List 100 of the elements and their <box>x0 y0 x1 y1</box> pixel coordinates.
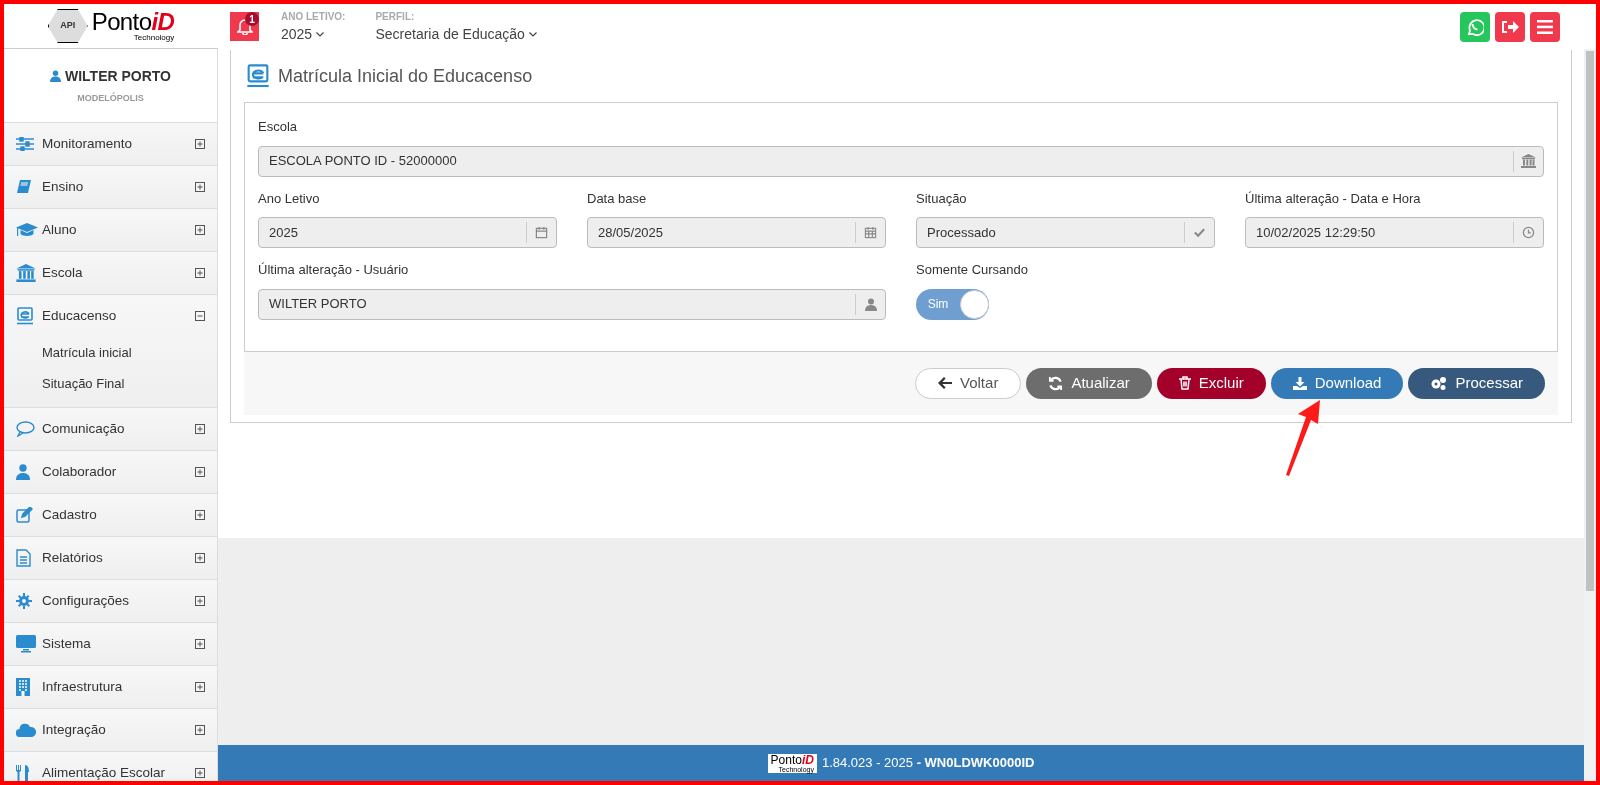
calendar-icon <box>864 226 877 239</box>
footer-version: 1.84.023 - 2025 - WN0LDWK0000ID <box>821 754 1035 773</box>
year-dropdown[interactable]: 2025 <box>281 23 346 45</box>
expand-icon <box>195 182 205 192</box>
field-label: Situação <box>916 189 968 208</box>
sidebar-item[interactable]: Configurações <box>4 580 217 622</box>
sidebar-item[interactable]: Infraestrutura <box>4 666 217 708</box>
field-label: Data base <box>587 189 648 208</box>
sidebar-item[interactable]: Ensino <box>4 166 217 208</box>
user-icon <box>16 464 30 480</box>
utensils-icon <box>16 765 30 781</box>
expand-icon <box>195 139 205 149</box>
user-icon <box>864 297 877 311</box>
logo-tagline: Technology <box>133 34 175 42</box>
sidebar-item-label: Infraestrutura <box>42 677 123 696</box>
action-button[interactable]: Voltar <box>915 367 1022 399</box>
action-button[interactable]: Processar <box>1408 367 1545 399</box>
collapse-icon <box>195 311 205 321</box>
input-field[interactable]: 2025 <box>258 217 557 248</box>
input-field[interactable]: WILTER PORTO <box>258 288 886 320</box>
chevron-down-icon <box>528 31 537 37</box>
document-icon <box>16 549 31 567</box>
sidebar-item[interactable]: Relatórios <box>4 537 217 579</box>
page-title-icon <box>246 64 270 88</box>
bank-icon <box>1521 154 1536 168</box>
sidebar-item[interactable]: Monitoramento <box>4 123 217 165</box>
expand-icon <box>195 768 205 778</box>
menu-button[interactable] <box>1530 11 1560 42</box>
action-button[interactable]: Atualizar <box>1026 367 1152 399</box>
expand-icon <box>195 424 205 434</box>
notifications-button[interactable]: 1 <box>230 12 259 41</box>
sidebar-item[interactable]: Cadastro <box>4 494 217 536</box>
expand-icon <box>195 725 205 735</box>
expand-icon <box>195 268 205 278</box>
sidebar-item-label: Alimentação Escolar <box>42 763 166 781</box>
user-icon <box>49 70 61 83</box>
check-icon <box>1193 226 1206 239</box>
expand-icon <box>195 596 205 606</box>
sidebar-item-label: Ensino <box>42 177 84 196</box>
arrow-left-icon <box>938 377 952 389</box>
speech-bubble-icon <box>16 421 35 437</box>
sidebar-item[interactable]: Comunicação <box>4 408 217 450</box>
sidebar-item-label: Sistema <box>42 634 91 653</box>
chat-phone-icon <box>1466 17 1484 36</box>
chevron-down-icon <box>316 31 325 37</box>
expand-icon <box>195 553 205 563</box>
notification-count: 1 <box>245 12 259 26</box>
trash-icon <box>1178 376 1191 390</box>
logo-wordmark: PontoiD <box>91 10 175 34</box>
expand-icon <box>195 510 205 520</box>
page-title: Matrícula Inicial do Educacenso <box>278 64 533 88</box>
book-icon <box>16 179 32 195</box>
monitor-e-icon <box>16 307 34 325</box>
profile-dropdown[interactable]: Secretaria de Educação <box>375 23 537 45</box>
logo-badge: API <box>47 9 88 43</box>
menu-icon <box>1537 19 1553 34</box>
sidebar-item-label: Colaborador <box>42 462 117 481</box>
gears-icon <box>1430 375 1448 391</box>
sidebar-item-label: Comunicação <box>42 419 125 438</box>
sidebar-item-label: Monitoramento <box>42 134 133 153</box>
expand-icon <box>195 682 205 692</box>
input-field[interactable]: 10/02/2025 12:29:50 <box>1245 217 1544 248</box>
year-label: ANO LETIVO: <box>281 9 346 24</box>
sidebar-subitem[interactable]: Matrícula inicial <box>4 337 217 368</box>
action-button[interactable]: Download <box>1270 367 1404 399</box>
calendar-icon <box>535 226 548 239</box>
input-field[interactable]: ESCOLA PONTO ID - 52000000 <box>258 145 1544 177</box>
sidebar-item[interactable]: Educacenso <box>4 295 217 337</box>
logout-button[interactable] <box>1495 11 1525 42</box>
field-label: Última alteração - Data e Hora <box>1245 189 1422 208</box>
sidebar-item[interactable]: Integração <box>4 709 217 751</box>
sidebar-item[interactable]: Colaborador <box>4 451 217 493</box>
sidebar-item[interactable]: Aluno <box>4 209 217 251</box>
sidebar-item[interactable]: Sistema <box>4 623 217 665</box>
sidebar-item[interactable]: Alimentação Escolar <box>4 752 217 781</box>
profile-label: PERFIL: <box>375 9 416 24</box>
sidebar-item-label: Aluno <box>42 220 77 239</box>
action-button[interactable]: Excluir <box>1156 367 1266 399</box>
sliders-icon <box>16 137 34 151</box>
download-icon <box>1292 376 1307 390</box>
monitor-icon <box>16 635 36 653</box>
sidebar-item-label: Integração <box>42 720 106 739</box>
sidebar-item-label: Configurações <box>42 591 130 610</box>
expand-icon <box>195 639 205 649</box>
whatsapp-button[interactable] <box>1460 11 1490 42</box>
graduation-cap-icon <box>16 222 38 238</box>
expand-icon <box>195 467 205 477</box>
building-icon <box>16 678 30 696</box>
gear-icon <box>16 593 32 609</box>
user-name: WILTER PORTO <box>64 66 171 86</box>
field-label: Escola <box>258 118 299 136</box>
logout-icon <box>1501 19 1519 34</box>
sidebar-item[interactable]: Escola <box>4 252 217 294</box>
bank-icon <box>16 264 36 282</box>
sidebar-subitem[interactable]: Situação Final <box>4 368 217 399</box>
input-field[interactable]: Processado <box>916 217 1215 248</box>
input-field[interactable]: 28/05/2025 <box>587 217 886 248</box>
edit-icon <box>16 507 33 523</box>
refresh-icon <box>1048 375 1064 391</box>
field-label: Última alteração - Usuário <box>258 261 410 279</box>
